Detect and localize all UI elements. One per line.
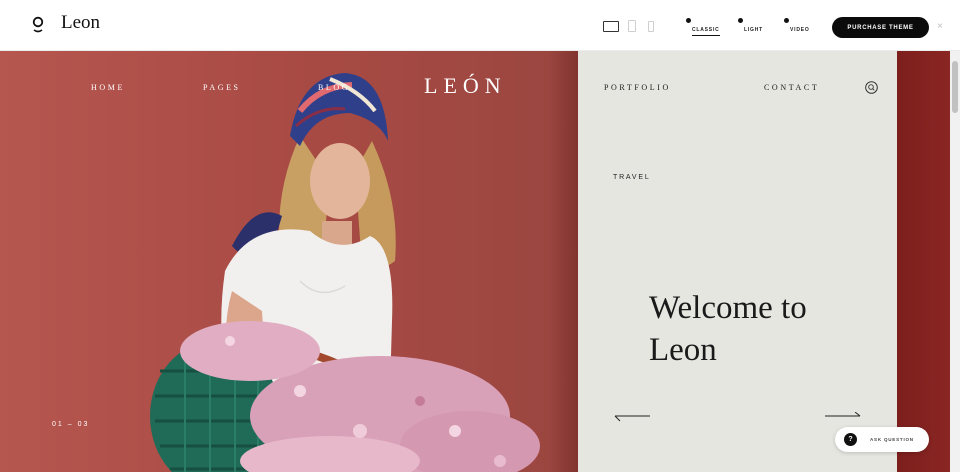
hero-slider: HOME PAGES BLOG LEÓN PORTFOLIO CONTACT T… [0, 51, 960, 472]
variant-label: CLASSIC [692, 27, 720, 36]
ask-question-label: ASK QUESTION [870, 437, 914, 442]
dot-icon [686, 18, 691, 23]
hero-photo [0, 51, 578, 472]
variant-label: VIDEO [790, 27, 810, 33]
nav-pages[interactable]: PAGES [203, 83, 241, 92]
tablet-view-icon[interactable] [628, 20, 636, 32]
dot-icon [784, 18, 789, 23]
slide-text-panel [578, 51, 897, 472]
brand-name[interactable]: Leon [61, 12, 100, 34]
nav-home[interactable]: HOME [91, 83, 125, 92]
arrow-right-icon[interactable] [825, 412, 861, 422]
preview-topbar: Leon CLASSIC LIGHT VIDEO PURCHASE THEME … [0, 0, 960, 51]
question-icon: ? [844, 433, 857, 446]
scrollbar-thumb[interactable] [952, 61, 958, 113]
slide-title-line-1: Welcome to [649, 290, 807, 326]
slide-counter: 01 – 03 [52, 421, 90, 428]
brand-logo-icon[interactable] [32, 16, 44, 34]
ask-question-button[interactable]: ? ASK QUESTION [835, 427, 929, 452]
slide-title-line-2: Leon [649, 332, 717, 368]
wall-shadow [548, 51, 578, 472]
nav-blog[interactable]: BLOG [318, 83, 350, 92]
nav-portfolio[interactable]: PORTFOLIO [604, 83, 671, 92]
next-slide-preview [897, 51, 950, 472]
purchase-theme-button[interactable]: PURCHASE THEME [832, 17, 929, 38]
slide-category[interactable]: TRAVEL [613, 174, 651, 181]
nav-contact[interactable]: CONTACT [764, 83, 819, 92]
scrollbar-track[interactable] [950, 51, 960, 472]
mobile-view-icon[interactable] [648, 21, 654, 32]
arrow-left-icon[interactable] [614, 412, 650, 422]
woman-with-flowers-illustration [150, 73, 540, 472]
slide-title: Welcome to Leon [649, 287, 889, 371]
desktop-view-icon[interactable] [603, 21, 619, 32]
close-icon[interactable]: × [937, 22, 943, 32]
variant-label: LIGHT [744, 27, 763, 33]
dot-icon [738, 18, 743, 23]
search-icon[interactable] [865, 81, 878, 94]
site-logo[interactable]: LEÓN [424, 73, 507, 99]
